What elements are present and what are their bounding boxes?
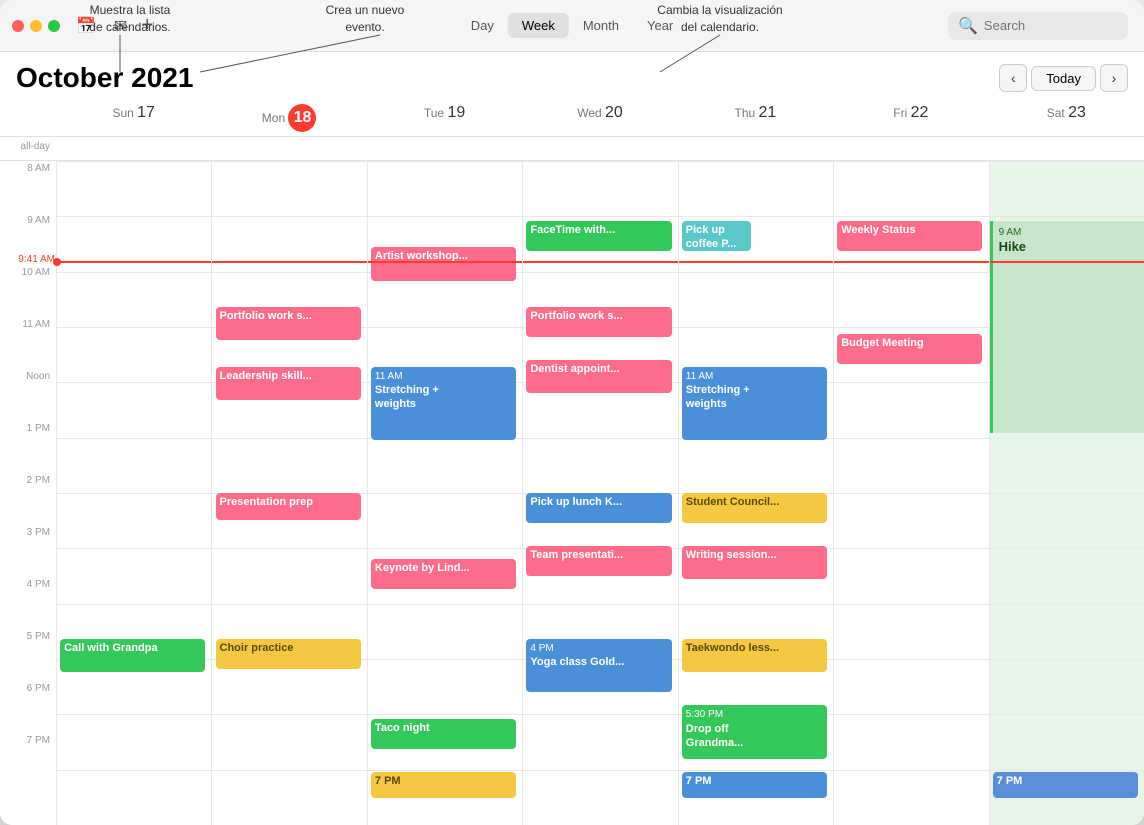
col-fri22: Weekly Status Budget Meeting [833, 161, 988, 825]
nav-buttons: ‹ Today › [999, 64, 1128, 92]
day-tue: Tue 19 [367, 100, 522, 136]
toolbar-left: 📅 ✉ + [72, 14, 153, 38]
col-sat23: 9 AM Hike 7 PM [989, 161, 1144, 825]
event-call-grandpa[interactable]: Call with Grandpa [60, 639, 205, 672]
inbox-icon[interactable]: ✉ [110, 14, 131, 38]
time-4pm: 4 PM [0, 577, 56, 629]
search-input[interactable] [984, 18, 1118, 33]
event-pickup-coffee[interactable]: Pick up coffee P... [682, 221, 751, 251]
event-choir[interactable]: Choir practice [216, 639, 361, 669]
close-button[interactable] [12, 20, 24, 32]
day-fri: Fri 22 [833, 100, 988, 136]
event-taco-night[interactable]: Taco night [371, 719, 516, 749]
days-header: Sun 17 Mon 18 Tue 19 Wed 20 Thu 21 Fri 2… [0, 100, 1144, 137]
event-budget-meeting[interactable]: Budget Meeting [837, 334, 982, 364]
day-wed: Wed 20 [522, 100, 677, 136]
maximize-button[interactable] [48, 20, 60, 32]
current-time-line-sat [990, 261, 1144, 263]
time-grid: 8 AM 9 AM 10 AM 11 AM Noon 1 PM 2 PM 3 P… [0, 161, 1144, 825]
event-dentist[interactable]: Dentist appoint... [526, 360, 671, 393]
event-hike[interactable]: 9 AM Hike [990, 221, 1144, 433]
month-title: October 2021 [16, 62, 193, 94]
day-sat: Sat 23 [989, 100, 1144, 136]
next-button[interactable]: › [1100, 64, 1128, 92]
add-event-button[interactable]: + [141, 14, 153, 37]
event-weekly-status[interactable]: Weekly Status [837, 221, 982, 251]
titlebar: 📅 ✉ + Day Week Month Year 🔍 [0, 0, 1144, 52]
calendar-header: October 2021 ‹ Today › [0, 52, 1144, 100]
allday-fri [833, 137, 988, 160]
event-7pm-tue[interactable]: 7 PM [371, 772, 516, 799]
time-grid-wrapper: 8 AM 9 AM 10 AM 11 AM Noon 1 PM 2 PM 3 P… [0, 161, 1144, 825]
event-presentation-prep[interactable]: Presentation prep [216, 493, 361, 520]
time-3pm: 3 PM [0, 525, 56, 577]
event-student-council[interactable]: Student Council... [682, 493, 827, 523]
time-7pm: 7 PM [0, 733, 56, 785]
traffic-lights [12, 20, 60, 32]
calendar-list-icon[interactable]: 📅 [72, 14, 100, 38]
time-6pm: 6 PM [0, 681, 56, 733]
event-leadership[interactable]: Leadership skill... [216, 367, 361, 400]
toolbar-right: 🔍 [948, 12, 1128, 40]
col-thu21: Pick up coffee P... 11 AM Stretching +we… [678, 161, 833, 825]
time-5pm: 5 PM [0, 629, 56, 681]
day-sun: Sun 17 [56, 100, 211, 136]
event-writing-session[interactable]: Writing session... [682, 546, 827, 579]
view-switcher: Day Week Month Year [457, 13, 688, 38]
search-bar[interactable]: 🔍 [948, 12, 1128, 40]
time-2pm: 2 PM [0, 473, 56, 525]
day-thu: Thu 21 [678, 100, 833, 136]
time-col-header [0, 100, 56, 136]
view-month-button[interactable]: Month [569, 13, 633, 38]
event-dropoff-grandma[interactable]: 5:30 PM Drop offGrandma... [682, 705, 827, 758]
view-year-button[interactable]: Year [633, 13, 687, 38]
event-7pm-sat[interactable]: 7 PM [993, 772, 1138, 799]
calendar-window: Muestra la listade calendarios. Crea un … [0, 0, 1144, 825]
event-stretching-thu[interactable]: 11 AM Stretching +weights [682, 367, 827, 440]
allday-row: all-day [0, 137, 1144, 161]
allday-sat [989, 137, 1144, 160]
event-artist-workshop[interactable]: Artist workshop... [371, 247, 516, 280]
allday-tue [367, 137, 522, 160]
allday-mon [211, 137, 366, 160]
event-7pm-thu[interactable]: 7 PM [682, 772, 827, 799]
event-team-presentation[interactable]: Team presentati... [526, 546, 671, 576]
event-pickup-lunch[interactable]: Pick up lunch K... [526, 493, 671, 523]
day-mon: Mon 18 [211, 100, 366, 136]
current-time-line-fri [834, 261, 988, 263]
allday-wed [522, 137, 677, 160]
time-noon: Noon [0, 369, 56, 421]
time-11am: 11 AM [0, 317, 56, 369]
event-yoga[interactable]: 4 PM Yoga class Gold... [526, 639, 671, 692]
current-time-label: 9:41 AM [18, 254, 57, 265]
col-sun17: 9:41 AM Call with Grandpa [56, 161, 211, 825]
minimize-button[interactable] [30, 20, 42, 32]
event-taekwondo[interactable]: Taekwondo less... [682, 639, 827, 672]
view-week-button[interactable]: Week [508, 13, 569, 38]
current-time-line-mon [212, 261, 366, 263]
time-10am: 10 AM [0, 265, 56, 317]
time-8am: 8 AM [0, 161, 56, 213]
current-time-line: 9:41 AM [57, 261, 211, 263]
event-stretching-tue[interactable]: 11 AM Stretching +weights [371, 367, 516, 440]
allday-label: all-day [0, 137, 56, 160]
event-portfolio-wed[interactable]: Portfolio work s... [526, 307, 671, 337]
view-day-button[interactable]: Day [457, 13, 508, 38]
allday-sun [56, 137, 211, 160]
current-time-line-wed [523, 261, 677, 263]
search-icon: 🔍 [958, 16, 978, 36]
event-keynote[interactable]: Keynote by Lind... [371, 559, 516, 589]
event-facetime[interactable]: FaceTime with... [526, 221, 671, 251]
current-time-line-tue [368, 261, 522, 263]
current-time-line-thu [679, 261, 833, 263]
allday-thu [678, 137, 833, 160]
prev-button[interactable]: ‹ [999, 64, 1027, 92]
time-1pm: 1 PM [0, 421, 56, 473]
col-tue19: Artist workshop... 11 AM Stretching +wei… [367, 161, 522, 825]
col-mon18: Portfolio work s... Leadership skill... … [211, 161, 366, 825]
today-button[interactable]: Today [1031, 66, 1096, 91]
col-wed20: FaceTime with... Portfolio work s... Den… [522, 161, 677, 825]
event-portfolio-mon[interactable]: Portfolio work s... [216, 307, 361, 340]
